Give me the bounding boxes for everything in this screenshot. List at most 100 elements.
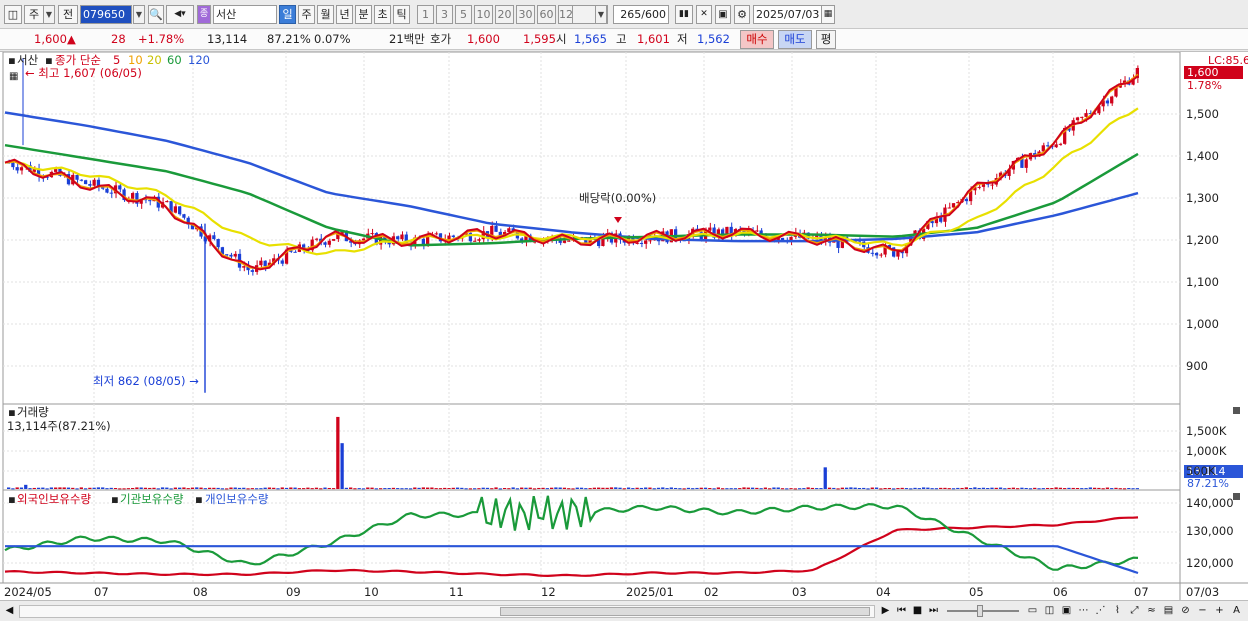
volume-bar <box>344 487 349 489</box>
volume-bar <box>575 487 579 489</box>
ma120-label[interactable]: 120 <box>188 54 210 67</box>
zoom-reset-icon[interactable]: ⊘ <box>1178 604 1193 619</box>
individual-holding-label[interactable]: 개인보유수량 <box>205 493 268 506</box>
volume-bar <box>306 487 310 489</box>
interval-button-20[interactable]: 20 <box>495 5 514 24</box>
prev-label: 전 <box>62 8 74 21</box>
ma20-label[interactable]: 20 <box>147 54 162 67</box>
candle-type-icon[interactable]: ▮▮ <box>675 5 693 24</box>
volume-ratio: 87.21% <box>267 32 311 46</box>
rewind-icon[interactable]: ⏮ <box>894 604 909 619</box>
volume-bar <box>759 488 763 490</box>
prev-button[interactable]: 전 <box>58 5 78 24</box>
fast-forward-icon[interactable]: ⏭ <box>926 604 941 619</box>
scroll-right-icon[interactable]: ▶ <box>878 604 893 619</box>
tab-0[interactable]: 일 <box>279 5 296 24</box>
search-icon[interactable]: 🔍 <box>148 5 164 24</box>
zoom-slider-handle[interactable] <box>977 605 983 617</box>
institution-holding-label[interactable]: 기관보유수량 <box>120 493 183 506</box>
buy-button[interactable]: 매수 <box>740 30 774 49</box>
sell-button[interactable]: 매도 <box>778 30 812 49</box>
compare-icon[interactable]: ≈ <box>1144 604 1159 619</box>
code-dropdown-icon[interactable]: ▼ <box>133 5 145 24</box>
volume-bar <box>626 487 631 489</box>
tab-4[interactable]: 분 <box>355 5 372 24</box>
cross-tool-icon[interactable]: ✕ <box>696 5 712 24</box>
tab-3[interactable]: 년 <box>336 5 353 24</box>
chart-layout-icon[interactable]: ▭ <box>1025 604 1040 619</box>
last-date-label: 07/03 <box>1186 585 1220 599</box>
tab-2[interactable]: 월 <box>317 5 334 24</box>
chart-area[interactable]: ▪ 서산 ▪ 종가 단순 5 10 20 60 120 ▦ ← 최고 1,607… <box>0 51 1248 601</box>
volume-bar <box>1071 487 1075 489</box>
stop-icon[interactable]: ■ <box>910 604 925 619</box>
auto-scale-icon[interactable]: A <box>1229 604 1244 619</box>
volume-bar <box>1020 487 1024 489</box>
eval-button[interactable]: 평 <box>816 30 836 49</box>
foreign-holding-label[interactable]: 외국인보유수량 <box>17 493 91 506</box>
volume-bar <box>815 488 819 490</box>
volume-bar <box>1097 487 1101 489</box>
price-axis-tick: 1,400 <box>1186 149 1219 163</box>
interval-button-60[interactable]: 60 <box>537 5 556 24</box>
tab-6[interactable]: 틱 <box>393 5 410 24</box>
volume-panel-menu-icon[interactable]: ▪ <box>8 406 16 419</box>
period-dropdown-icon[interactable]: ▼ <box>43 5 55 24</box>
interval-dropdown-icon[interactable]: ▼ <box>595 5 607 24</box>
zoom-out-icon[interactable]: − <box>1195 604 1210 619</box>
ask-price: 1,600 <box>467 32 500 46</box>
volume-bar <box>15 487 19 489</box>
price-panel-menu-icon[interactable]: ▪ <box>8 54 16 67</box>
date-field[interactable]: 2025/07/03 <box>753 5 823 24</box>
candle-body <box>1058 143 1063 145</box>
interval-button-1[interactable]: 1 <box>417 5 434 24</box>
volume-bar <box>148 487 152 489</box>
measure-icon[interactable]: ⤢ <box>1127 604 1142 619</box>
volume-bar <box>1118 488 1122 490</box>
data-table-icon[interactable]: ▦ <box>9 70 18 83</box>
tab-1[interactable]: 주 <box>298 5 315 24</box>
scroll-thumb[interactable] <box>500 607 870 616</box>
sound-icon[interactable]: ◀▾ <box>166 5 194 24</box>
chart-canvas[interactable] <box>0 52 1248 601</box>
volume-bar <box>284 487 289 489</box>
volume-bar <box>1080 488 1084 490</box>
calendar-icon[interactable]: ▦ <box>821 5 835 24</box>
drawing-tool-icon[interactable]: ⋯ <box>1076 604 1091 619</box>
volume-bar <box>178 487 182 489</box>
volume-bar <box>88 487 92 489</box>
split-view-icon[interactable]: ◫ <box>1042 604 1057 619</box>
overlay-icon[interactable]: ▣ <box>1059 604 1074 619</box>
stock-name-field[interactable]: 서산 <box>213 5 277 24</box>
chart-toolbar: ◫ 주 ▼ 전 079650 ▼ 🔍 ◀▾ 종 서산 일주월년분초틱 1 3 5 10… <box>0 0 1248 29</box>
volume-bar <box>827 487 832 489</box>
volume-bar <box>964 487 968 489</box>
ma60-label[interactable]: 60 <box>167 54 182 67</box>
stock-code-input[interactable]: 079650 <box>80 5 132 24</box>
settings-gear-icon[interactable]: ⚙ <box>734 5 750 24</box>
volume-bar <box>862 487 866 489</box>
volume-bar <box>806 487 810 489</box>
analysis-icon[interactable]: ⌇ <box>1110 604 1125 619</box>
interval-button-5[interactable]: 5 <box>455 5 472 24</box>
print-icon[interactable]: ▤ <box>1161 604 1176 619</box>
interval-button-10[interactable]: 10 <box>474 5 493 24</box>
trend-tool-icon[interactable]: ⋰ <box>1093 604 1108 619</box>
volume-last-pct: 87.21% <box>1187 477 1229 490</box>
save-icon[interactable]: ▣ <box>715 5 731 24</box>
scroll-track[interactable] <box>19 605 875 618</box>
tab-5[interactable]: 초 <box>374 5 391 24</box>
buy-label: 매수 <box>746 32 768 46</box>
scroll-left-icon[interactable]: ◀ <box>2 604 17 619</box>
period-select[interactable]: 주 <box>24 5 44 24</box>
interval-button-30[interactable]: 30 <box>516 5 535 24</box>
zoom-in-icon[interactable]: + <box>1212 604 1227 619</box>
candle-body <box>148 200 152 202</box>
zoom-slider[interactable] <box>947 605 1019 617</box>
holding-panel-menu-icon[interactable]: ▪ <box>8 493 16 506</box>
window-menu-icon[interactable]: ◫ <box>4 5 22 24</box>
candle-body <box>879 254 883 256</box>
interval-button-3[interactable]: 3 <box>436 5 453 24</box>
volume-bar <box>250 488 254 490</box>
bar-count-field[interactable]: 265/600 <box>613 5 669 24</box>
